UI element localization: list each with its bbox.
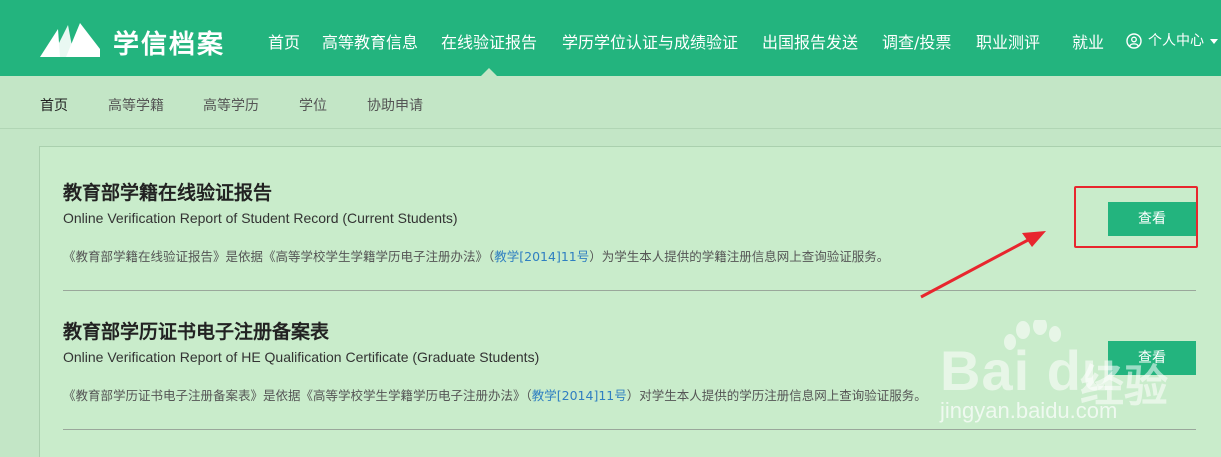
section-description-qualification: 《教育部学历证书电子注册备案表》是依据《高等学校学生学籍学历电子注册办法》（教学… xyxy=(63,388,927,403)
section-subtitle-student-record: Online Verification Report of Student Re… xyxy=(63,210,458,226)
user-center-label: 个人中心 xyxy=(1148,33,1204,49)
section-subtitle-qualification: Online Verification Report of HE Qualifi… xyxy=(63,349,540,365)
nav-career-assessment[interactable]: 职业测评 xyxy=(976,29,1040,53)
subnav-divider xyxy=(0,128,1221,129)
brand-name[interactable]: 学信档案 xyxy=(113,24,225,61)
top-header: 学信档案 首页 高等教育信息 在线验证报告 学历学位认证与成绩验证 出国报告发送… xyxy=(0,0,1221,76)
red-highlight-box xyxy=(1074,186,1198,248)
regulation-link[interactable]: 教学[2014]11号 xyxy=(494,249,589,264)
nav-degree-certification[interactable]: 学历学位认证与成绩验证 xyxy=(562,29,738,53)
red-arrow-icon xyxy=(920,231,1046,299)
section-title-qualification: 教育部学历证书电子注册备案表 xyxy=(63,321,330,343)
watermark-url: jingyan.baidu.com xyxy=(940,398,1118,423)
active-nav-indicator xyxy=(481,68,497,76)
section-title-student-record: 教育部学籍在线验证报告 xyxy=(63,182,273,204)
user-icon xyxy=(1126,33,1142,49)
subnav-home[interactable]: 首页 xyxy=(40,95,68,115)
subnav-qualification[interactable]: 高等学历 xyxy=(203,95,259,115)
nav-online-verification-report[interactable]: 在线验证报告 xyxy=(441,29,537,53)
user-center-menu[interactable]: 个人中心 xyxy=(1126,30,1218,50)
subnav-student-record[interactable]: 高等学籍 xyxy=(108,95,164,115)
section-description-student-record: 《教育部学籍在线验证报告》是依据《高等学校学生学籍学历电子注册办法》（教学[20… xyxy=(63,249,890,264)
chevron-down-icon xyxy=(1210,38,1218,44)
nav-higher-education-info[interactable]: 高等教育信息 xyxy=(322,29,418,53)
subnav-assist-apply[interactable]: 协助申请 xyxy=(367,95,423,115)
subnav-degree[interactable]: 学位 xyxy=(299,95,327,115)
nav-survey-vote[interactable]: 调查/投票 xyxy=(882,29,951,53)
nav-home[interactable]: 首页 xyxy=(268,29,300,53)
logo-icon[interactable] xyxy=(38,19,102,59)
regulation-link[interactable]: 教学[2014]11号 xyxy=(532,388,627,403)
nav-overseas-report[interactable]: 出国报告发送 xyxy=(762,29,858,53)
nav-employment[interactable]: 就业 xyxy=(1072,29,1104,53)
